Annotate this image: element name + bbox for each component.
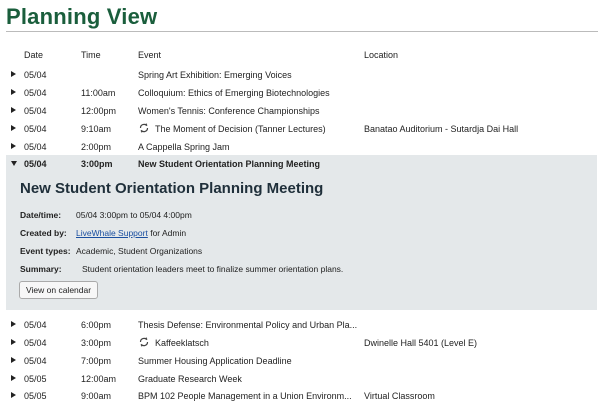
row-date: 05/04	[24, 142, 47, 152]
types-value: Academic, Student Organizations	[76, 246, 203, 256]
row-event: The Moment of Decision (Tanner Lectures)	[155, 124, 326, 134]
repeat-icon	[139, 337, 149, 347]
row-event: New Student Orientation Planning Meeting	[138, 159, 321, 169]
column-time: Time	[81, 50, 101, 60]
table-row[interactable]: 05/04 2:00pm A Cappella Spring Jam	[0, 138, 600, 156]
row-time: 11:00am	[81, 88, 116, 98]
table-row[interactable]: 05/05 9:00am BPM 102 People Management i…	[0, 387, 600, 405]
row-event: Colloquium: Ethics of Emerging Biotechno…	[138, 88, 330, 98]
table-row[interactable]: 05/04 6:00pm Thesis Defense: Environment…	[0, 316, 600, 334]
summary-label: Summary:	[20, 264, 62, 274]
table-row[interactable]: 05/04 7:00pm Summer Housing Application …	[0, 352, 600, 370]
row-location: Dwinelle Hall 5401 (Level E)	[364, 338, 478, 348]
row-event: Graduate Research Week	[138, 374, 242, 384]
row-time: 12:00am	[81, 374, 117, 384]
expand-triangle-icon[interactable]	[11, 375, 16, 381]
created-label: Created by:	[20, 228, 67, 238]
expand-triangle-icon[interactable]	[11, 321, 16, 327]
row-time: 12:00pm	[81, 106, 117, 116]
expand-triangle-icon[interactable]	[11, 357, 16, 363]
row-date: 05/05	[24, 391, 47, 401]
expand-triangle-icon[interactable]	[11, 107, 16, 113]
row-date: 05/04	[24, 159, 47, 169]
row-date: 05/05	[24, 374, 47, 384]
row-time: 3:00pm	[81, 338, 112, 348]
types-label: Event types:	[20, 246, 71, 256]
expand-triangle-icon[interactable]	[11, 143, 16, 149]
table-row[interactable]: 05/05 12:00am Graduate Research Week	[0, 370, 600, 388]
table-row[interactable]: 05/04 Spring Art Exhibition: Emerging Vo…	[0, 66, 600, 84]
row-date: 05/04	[24, 338, 47, 348]
repeat-icon	[139, 123, 149, 133]
column-location: Location	[364, 50, 399, 60]
row-date: 05/04	[24, 320, 47, 330]
row-date: 05/04	[24, 106, 47, 116]
row-location: Virtual Classroom	[364, 391, 435, 401]
row-time: 7:00pm	[81, 356, 112, 366]
row-event: A Cappella Spring Jam	[138, 142, 230, 152]
column-event: Event	[138, 50, 162, 60]
detail-title: New Student Orientation Planning Meeting	[20, 180, 324, 197]
title-divider	[6, 31, 598, 32]
row-time: 2:00pm	[81, 142, 112, 152]
row-event: BPM 102 People Management in a Union Env…	[138, 391, 352, 401]
page-title: Planning View	[6, 4, 158, 29]
expand-triangle-icon[interactable]	[11, 339, 16, 345]
row-event: Summer Housing Application Deadline	[138, 356, 292, 366]
datetime-label: Date/time:	[20, 210, 62, 220]
row-time: 9:10am	[81, 124, 112, 134]
summary-value: Student orientation leaders meet to fina…	[82, 264, 344, 274]
row-date: 05/04	[24, 88, 47, 98]
row-event: Women's Tennis: Conference Championships	[138, 106, 320, 116]
created-suffix: for Admin	[150, 228, 187, 238]
row-time: 6:00pm	[81, 320, 112, 330]
expand-triangle-icon[interactable]	[11, 125, 16, 131]
event-detail-panel: New Student Orientation Planning Meeting…	[6, 172, 597, 310]
row-date: 05/04	[24, 124, 47, 134]
column-date: Date	[24, 50, 44, 60]
table-row-expanded[interactable]: 05/04 3:00pm New Student Orientation Pla…	[6, 155, 597, 173]
view-on-calendar-button[interactable]: View on calendar	[19, 281, 99, 299]
expand-triangle-icon[interactable]	[11, 392, 16, 398]
row-date: 05/04	[24, 70, 47, 80]
row-event: Thesis Defense: Environmental Policy and…	[138, 320, 358, 330]
expand-triangle-icon[interactable]	[11, 71, 16, 77]
creator-link[interactable]: LiveWhale Support	[76, 228, 148, 238]
row-time: 9:00am	[81, 391, 112, 401]
row-event: Kaffeeklatsch	[155, 338, 209, 348]
table-row[interactable]: 05/04 11:00am Colloquium: Ethics of Emer…	[0, 84, 600, 102]
expand-triangle-icon[interactable]	[11, 89, 16, 95]
table-row[interactable]: 05/04 12:00pm Women's Tennis: Conference…	[0, 102, 600, 120]
row-location: Banatao Auditorium - Sutardja Dai Hall	[364, 124, 519, 134]
datetime-value: 05/04 3:00pm to 05/04 4:00pm	[76, 210, 192, 220]
table-row[interactable]: 05/04 3:00pm Kaffeeklatsch Dwinelle Hall…	[0, 334, 600, 352]
table-row[interactable]: 05/04 9:10am The Moment of Decision (Tan…	[0, 120, 600, 138]
row-date: 05/04	[24, 356, 47, 366]
table-header: Date Time Event Location	[0, 50, 600, 64]
row-time: 3:00pm	[81, 159, 113, 169]
collapse-triangle-icon[interactable]	[11, 161, 17, 166]
row-event: Spring Art Exhibition: Emerging Voices	[138, 70, 292, 80]
